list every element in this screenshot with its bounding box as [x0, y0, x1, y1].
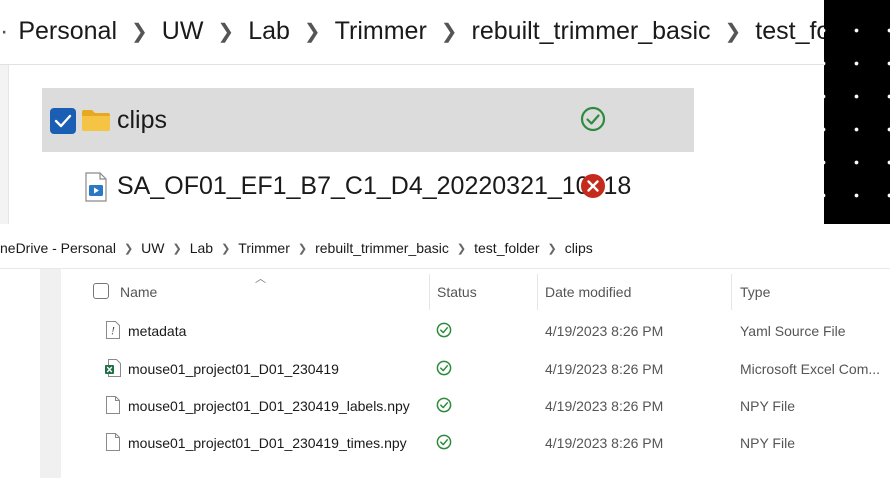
folder-name: clips [117, 106, 168, 134]
chevron-right-icon: ❯ [297, 242, 308, 255]
breadcrumb-personal[interactable]: Personal [18, 17, 117, 46]
chevron-right-icon: ❯ [123, 242, 134, 255]
date-modified: 4/19/2023 8:26 PM [545, 435, 664, 451]
sync-ok-icon [436, 434, 452, 450]
file-type: NPY File [740, 398, 795, 414]
chevron-right-icon: ❯ [724, 20, 742, 43]
navigation-pane-edge [40, 269, 61, 478]
sync-ok-icon [436, 322, 452, 338]
breadcrumb-trimmer[interactable]: Trimmer [238, 240, 290, 256]
file-name: SA_OF01_EF1_B7_C1_D4_20220321_10h18 [117, 172, 632, 200]
column-header-name[interactable]: Name [120, 284, 157, 300]
breadcrumb-rebuilt-trimmer-basic[interactable]: rebuilt_trimmer_basic [315, 240, 449, 256]
checkbox-checked-icon[interactable] [50, 108, 76, 134]
chevron-right-icon: ❯ [303, 20, 321, 43]
breadcrumb-lab[interactable]: Lab [190, 240, 213, 256]
divider [0, 64, 824, 65]
file-explorer: neDrive - Personal ❯ UW ❯ Lab ❯ Trimmer … [0, 228, 890, 478]
zoomed-explorer-view: · Personal ❯ UW ❯ Lab ❯ Trimmer ❯ rebuil… [0, 0, 890, 224]
file-type: Microsoft Excel Com... [740, 361, 881, 377]
column-divider[interactable] [537, 274, 538, 310]
chevron-right-icon: ❯ [131, 20, 148, 43]
chevron-right-icon: ❯ [440, 20, 458, 43]
file-name: metadata [128, 323, 187, 339]
file-type: NPY File [740, 435, 795, 451]
breadcrumb-rebuilt-trimmer-basic[interactable]: rebuilt_trimmer_basic [472, 17, 711, 46]
chevron-right-icon: ❯ [456, 242, 467, 255]
column-divider[interactable] [731, 274, 732, 310]
chevron-right-icon: ❯ [547, 242, 557, 255]
breadcrumb-test-folder[interactable]: test_folder [474, 240, 539, 256]
chevron-right-icon: ❯ [172, 242, 182, 255]
blank-file-icon [106, 433, 120, 451]
file-name: mouse01_project01_D01_230419 [128, 361, 339, 377]
chevron-right-icon: ❯ [217, 20, 235, 43]
sync-ok-icon [436, 397, 452, 413]
breadcrumb-lead: · [0, 16, 9, 45]
column-header-status[interactable]: Status [437, 284, 477, 300]
breadcrumb-onedrive-personal[interactable]: neDrive - Personal [0, 240, 116, 256]
chevron-right-icon: ❯ [221, 242, 231, 255]
breadcrumb-trimmer[interactable]: Trimmer [335, 17, 427, 46]
column-header-date-modified[interactable]: Date modified [545, 284, 631, 300]
breadcrumb-uw[interactable]: UW [162, 17, 204, 46]
breadcrumb-test-folder[interactable]: test_folder [755, 17, 824, 46]
blank-file-icon [106, 396, 120, 414]
background-dot-pattern [824, 0, 890, 224]
breadcrumb-lab[interactable]: Lab [248, 17, 290, 46]
breadcrumb-clips[interactable]: clips [565, 240, 593, 256]
date-modified: 4/19/2023 8:26 PM [545, 398, 664, 414]
yaml-file-icon: ! [106, 321, 120, 339]
breadcrumb-uw[interactable]: UW [141, 240, 164, 256]
navigation-pane-edge [0, 65, 9, 224]
sync-ok-icon [436, 360, 452, 376]
file-name: mouse01_project01_D01_230419_times.npy [128, 435, 407, 451]
column-divider[interactable] [429, 274, 430, 310]
divider [0, 268, 890, 269]
svg-text:!: ! [111, 327, 115, 338]
column-header-type[interactable]: Type [740, 284, 770, 300]
folder-icon [82, 110, 110, 131]
file-name: mouse01_project01_D01_230419_labels.npy [128, 398, 410, 414]
sync-ok-icon [580, 106, 606, 132]
date-modified: 4/19/2023 8:26 PM [545, 361, 664, 377]
address-breadcrumb: neDrive - Personal ❯ UW ❯ Lab ❯ Trimmer … [0, 228, 890, 268]
file-type: Yaml Source File [740, 323, 846, 339]
date-modified: 4/19/2023 8:26 PM [545, 323, 664, 339]
sync-error-icon [581, 174, 605, 198]
excel-file-icon [105, 359, 121, 377]
sort-ascending-icon: ︿ [255, 273, 266, 285]
zoomed-breadcrumb: · Personal ❯ UW ❯ Lab ❯ Trimmer ❯ rebuil… [0, 0, 824, 62]
video-file-icon [85, 172, 107, 202]
select-all-checkbox[interactable] [93, 283, 109, 299]
